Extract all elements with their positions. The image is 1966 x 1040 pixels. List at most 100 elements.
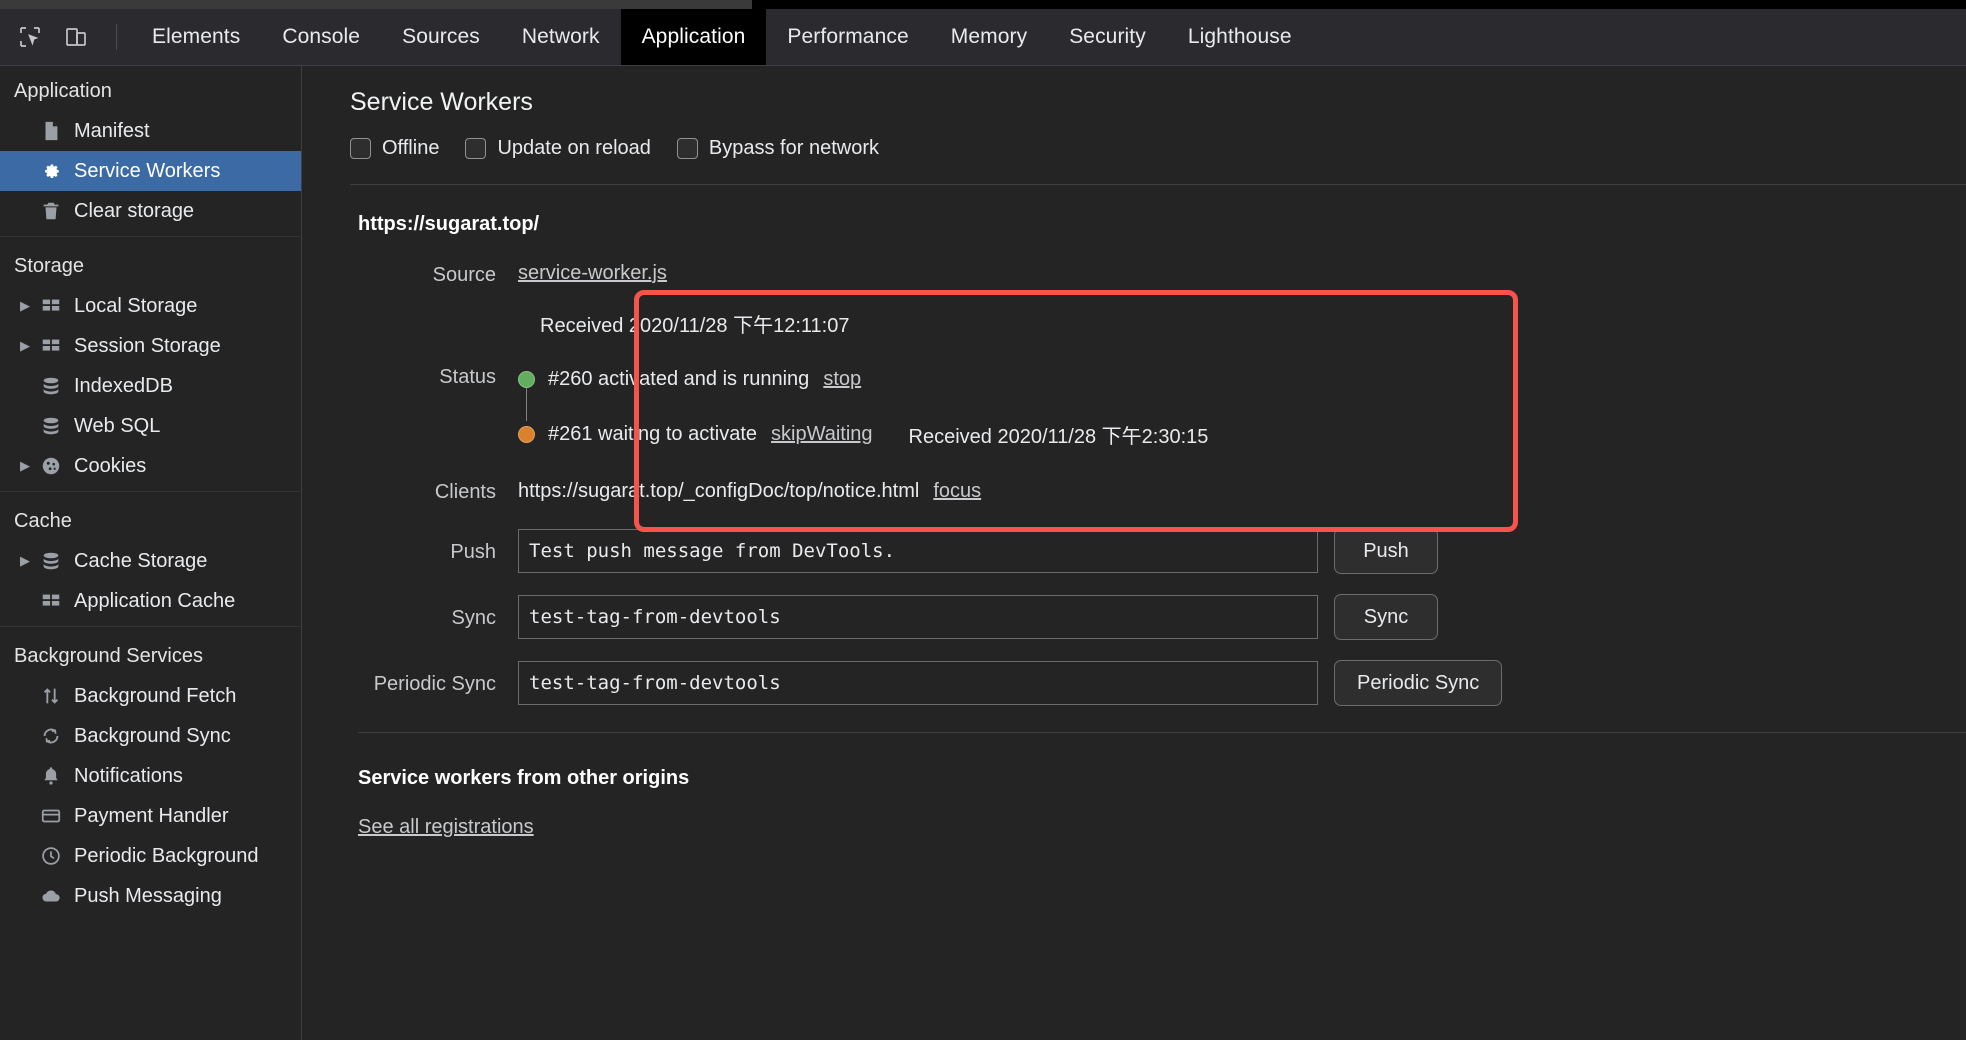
table-icon [36, 590, 66, 612]
checkbox-update-on-reload[interactable]: Update on reload [465, 137, 651, 160]
checkbox-box[interactable] [676, 138, 698, 159]
sidebar-group-background-services: Background Services ▶Background Fetch▶Bac… [0, 626, 301, 921]
sidebar-item-label: Session Storage [74, 334, 221, 357]
chevron-right-icon[interactable]: ▶ [14, 458, 36, 474]
periodic-sync-row: Periodic Sync Periodic Sync [358, 660, 1966, 706]
sidebar-item-local-storage[interactable]: ▶ Local Storage [0, 286, 301, 326]
sidebar-item-indexeddb[interactable]: ▶IndexedDB [0, 366, 301, 406]
sidebar-item-payment-handler[interactable]: ▶Payment Handler [0, 796, 301, 836]
status-dot-green [518, 370, 535, 388]
checkbox-label: Offline [382, 137, 440, 159]
sidebar-group-header: Background Services [14, 645, 203, 667]
application-sidebar[interactable]: Application ▶Manifest▶Service Workers▶Cle… [0, 66, 302, 1040]
periodic-sync-label: Periodic Sync [373, 672, 496, 695]
service-worker-source-link[interactable]: service-worker.js [518, 262, 667, 285]
other-origins-section: Service workers from other origins See a… [302, 733, 1966, 839]
toolbar-icons [0, 9, 131, 65]
sidebar-item-push-messaging[interactable]: ▶Push Messaging [0, 876, 301, 916]
sidebar-item-background-sync[interactable]: ▶Background Sync [0, 716, 301, 756]
registration-block: https://sugarat.top/ Source service-work… [302, 185, 1966, 733]
sidebar-group-header: Application [14, 80, 112, 102]
sidebar-item-clear-storage[interactable]: ▶Clear storage [0, 191, 301, 231]
window-top-strip [0, 0, 1966, 9]
source-row: Source service-worker.js [358, 262, 1966, 287]
status-label: Status [439, 366, 496, 388]
sidebar-item-service-workers[interactable]: ▶Service Workers [0, 151, 301, 191]
trash-icon [36, 200, 66, 222]
sidebar-group-storage: Storage▶Local Storage▶Session Storage▶In… [0, 236, 301, 491]
waiting-received-timestamp: Received 2020/11/28 下午2:30:15 [908, 425, 1209, 448]
status-versions-list: #260 activated and is running stop #261 … [518, 364, 1208, 449]
tab-application[interactable]: Application [620, 9, 767, 65]
devtools-tabbar: Elements Console Sources Network Application… [0, 9, 1966, 66]
clock-icon [36, 845, 66, 867]
sidebar-item-label: Notifications [74, 764, 183, 787]
panel-header: Service Workers Offline Update on reload B… [302, 66, 1966, 185]
tab-lighthouse[interactable]: Lighthouse [1167, 9, 1313, 65]
focus-link[interactable]: focus [933, 480, 981, 503]
table-icon [36, 335, 66, 357]
see-all-registrations-link[interactable]: See all registrations [358, 816, 534, 838]
sidebar-item-application-cache[interactable]: ▶Application Cache [0, 581, 301, 621]
checkbox-label: Bypass for network [708, 137, 879, 159]
tab-sources[interactable]: Sources [381, 9, 501, 65]
push-input[interactable] [518, 529, 1318, 573]
table-icon [36, 295, 66, 317]
sidebar-item-session-storage[interactable]: ▶ Session Storage [0, 326, 301, 366]
tab-network[interactable]: Network [501, 9, 621, 65]
sidebar-item-cache-storage[interactable]: ▶ Cache Storage [0, 541, 301, 581]
periodic-sync-input[interactable] [518, 661, 1318, 705]
chevron-right-icon[interactable]: ▶ [14, 338, 36, 354]
checkbox-label: Update on reload [497, 137, 651, 159]
sync-input[interactable] [518, 595, 1318, 639]
clients-row: Clients https://sugarat.top/_configDoc/t… [358, 479, 1966, 504]
stop-link[interactable]: stop [823, 368, 861, 391]
service-worker-options-toolbar: Offline Update on reload Bypass for networ… [350, 137, 1966, 185]
tab-console[interactable]: Console [261, 9, 381, 65]
tab-security[interactable]: Security [1048, 9, 1167, 65]
toolbar-divider [116, 24, 117, 50]
sidebar-item-notifications[interactable]: ▶Notifications [0, 756, 301, 796]
sidebar-item-cookies[interactable]: ▶ Cookies [0, 446, 301, 486]
inspect-element-icon[interactable] [16, 23, 44, 51]
sidebar-item-label: IndexedDB [74, 374, 173, 397]
push-label: Push [450, 540, 496, 563]
periodic-sync-button[interactable]: Periodic Sync [1334, 660, 1503, 706]
checkbox-box[interactable] [350, 138, 371, 159]
sidebar-item-label: Web SQL [74, 414, 161, 437]
chevron-right-icon[interactable]: ▶ [14, 298, 36, 314]
clients-label: Clients [434, 481, 496, 503]
sidebar-group-header: Storage [14, 255, 85, 277]
status-version-active: #260 activated and is running stop [518, 364, 1208, 394]
other-origins-title: Service workers from other origins [358, 767, 690, 789]
skip-waiting-link[interactable]: skipWaiting [771, 423, 873, 446]
database-icon [36, 415, 66, 437]
tab-performance[interactable]: Performance [766, 9, 929, 65]
tab-elements[interactable]: Elements [131, 9, 261, 65]
status-version-waiting: #261 waiting to activate skipWaiting Rec… [518, 419, 1208, 449]
sidebar-item-web-sql[interactable]: ▶Web SQL [0, 406, 301, 446]
section-divider [358, 732, 1966, 733]
push-button[interactable]: Push [1334, 528, 1438, 574]
top-strip-black-region [752, 0, 1966, 9]
tab-memory[interactable]: Memory [930, 9, 1048, 65]
document-icon [36, 120, 66, 142]
device-toolbar-icon[interactable] [62, 23, 90, 51]
database-icon [36, 550, 66, 572]
chevron-right-icon[interactable]: ▶ [14, 553, 36, 569]
checkbox-bypass-for-network[interactable]: Bypass for network [676, 137, 879, 160]
panel-tabs: Elements Console Sources Network Application… [131, 9, 1313, 65]
source-received-timestamp: Received 2020/11/28 下午12:11:07 [540, 315, 850, 337]
checkbox-offline[interactable]: Offline [350, 137, 439, 160]
status-dot-orange [518, 425, 535, 443]
sidebar-item-background-fetch[interactable]: ▶Background Fetch [0, 676, 301, 716]
devtools-window: Elements Console Sources Network Application… [0, 0, 1966, 1040]
sync-button[interactable]: Sync [1334, 594, 1438, 640]
sidebar-item-manifest[interactable]: ▶Manifest [0, 111, 301, 151]
sidebar-item-periodic-background[interactable]: ▶Periodic Background [0, 836, 301, 876]
sidebar-group-cache: Cache ▶ Cache Storage ▶Application Cache [0, 491, 301, 626]
registration-origin: https://sugarat.top/ [358, 213, 540, 235]
sidebar-item-label: Periodic Background [74, 844, 259, 867]
status-row: Status #260 activated and is running sto… [358, 364, 1966, 449]
checkbox-box[interactable] [465, 138, 487, 159]
